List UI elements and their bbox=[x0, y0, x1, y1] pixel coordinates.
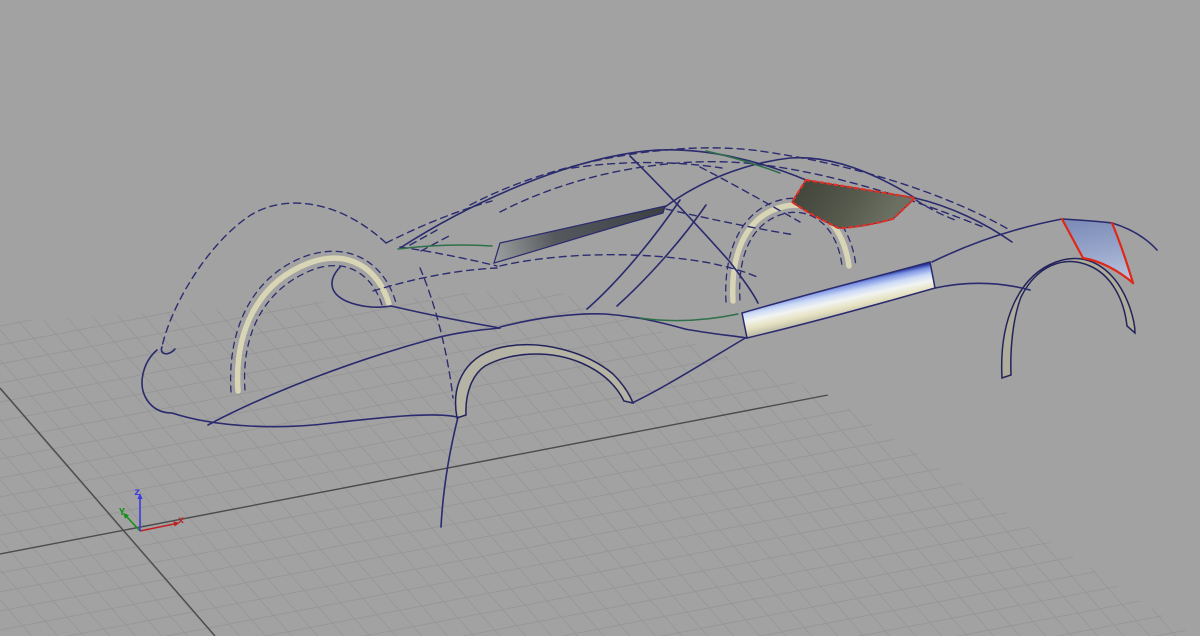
axis-label-y: Y bbox=[119, 507, 125, 518]
viewport-background[interactable] bbox=[0, 0, 1200, 636]
perspective-3d-viewport[interactable]: x Yz bbox=[0, 0, 1200, 636]
scene-svg[interactable]: x Yz bbox=[0, 0, 1200, 636]
axis-label-x: x bbox=[178, 515, 184, 526]
axis-label-z: z bbox=[134, 487, 140, 498]
